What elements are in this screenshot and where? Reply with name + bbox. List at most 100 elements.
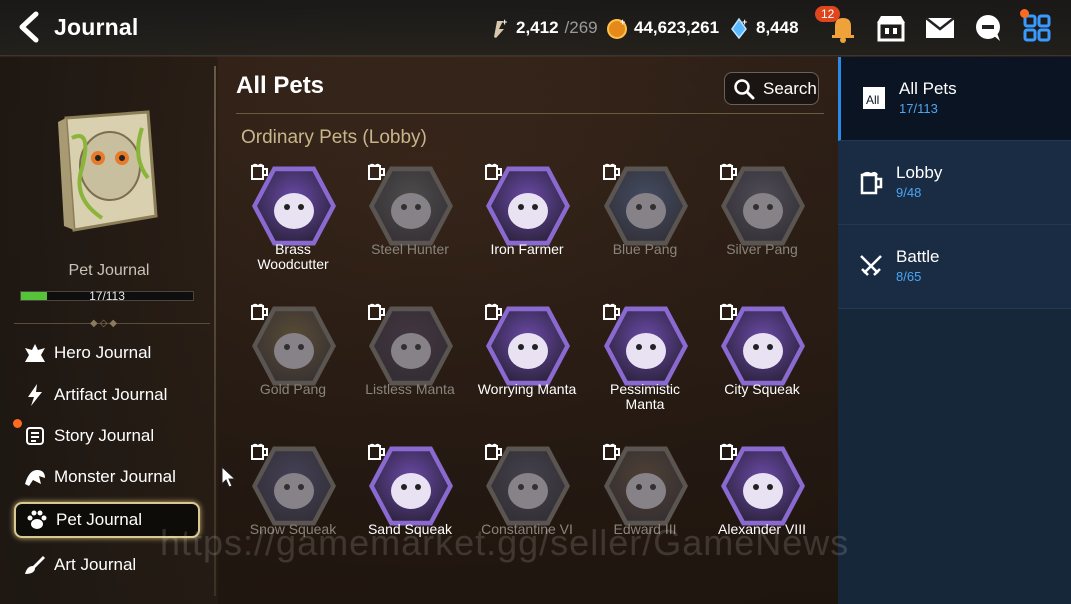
pet-name: Brass Woodcutter bbox=[257, 241, 329, 272]
stamina-resource[interactable]: + 2,412/269 bbox=[488, 17, 598, 39]
gold-resource[interactable]: + 44,623,261 bbox=[606, 17, 719, 39]
nav-artifact-journal[interactable]: Artifact Journal bbox=[14, 377, 200, 413]
tab-count: 8/65 bbox=[896, 269, 922, 284]
pet-name: Blue Pang bbox=[612, 241, 678, 257]
journal-screen: Journal + 2,412/269 + 44,623,261 + 8,448 bbox=[0, 0, 1071, 604]
watermark: https://gamemarket.gg/seller/GameNews bbox=[160, 522, 850, 563]
stamina-max: /269 bbox=[564, 18, 598, 37]
pet-card[interactable]: Gold Pang bbox=[238, 302, 348, 442]
pet-name: Listless Manta bbox=[365, 381, 455, 397]
tab-battle[interactable]: Battle 8/65 bbox=[838, 225, 1071, 309]
back-arrow-icon[interactable] bbox=[14, 10, 44, 44]
pet-name: Gold Pang bbox=[259, 381, 327, 397]
beer-mug-icon bbox=[719, 162, 739, 180]
pet-card[interactable]: Worrying Manta bbox=[472, 302, 582, 442]
crossed-swords-icon bbox=[860, 255, 882, 276]
shop-icon bbox=[877, 16, 905, 42]
pet-name: Worrying Manta bbox=[477, 381, 577, 397]
journal-progress-text: 17/113 bbox=[89, 289, 125, 303]
skystone-value: 8,448 bbox=[756, 18, 799, 37]
section-title: Ordinary Pets (Lobby) bbox=[241, 127, 427, 148]
monster-icon bbox=[22, 465, 48, 489]
skystone-resource[interactable]: + 8,448 bbox=[728, 17, 799, 39]
pet-card[interactable]: Brass Woodcutter bbox=[238, 162, 348, 302]
nav-label: Pet Journal bbox=[56, 510, 142, 529]
paw-icon bbox=[24, 508, 50, 532]
brush-icon bbox=[22, 553, 48, 577]
beer-mug-icon bbox=[602, 302, 622, 320]
panel-divider bbox=[214, 66, 216, 596]
pet-name: Steel Hunter bbox=[371, 241, 449, 257]
svg-text:+: + bbox=[620, 17, 625, 27]
search-label: Search bbox=[763, 78, 817, 98]
tab-label: Lobby bbox=[896, 163, 943, 182]
pet-card[interactable]: Iron Farmer bbox=[472, 162, 582, 302]
tab-label: Battle bbox=[896, 247, 940, 266]
beer-mug-icon bbox=[367, 162, 387, 180]
nav-label: Story Journal bbox=[54, 426, 155, 445]
chat-icon bbox=[976, 15, 1000, 41]
hero-icon bbox=[22, 341, 48, 365]
tab-count: 9/48 bbox=[896, 185, 922, 200]
notification-badge: 12 bbox=[815, 6, 841, 22]
mail-icon bbox=[925, 17, 955, 38]
nav-label: Art Journal bbox=[54, 555, 137, 574]
mail-button[interactable] bbox=[920, 8, 960, 48]
pet-journal-book-icon bbox=[58, 110, 158, 232]
nav-label: Monster Journal bbox=[54, 467, 176, 486]
beer-mug-icon bbox=[367, 442, 387, 460]
pet-name: Silver Pang bbox=[726, 241, 798, 257]
gold-value: 44,623,261 bbox=[634, 18, 720, 37]
beer-mug-icon bbox=[250, 302, 270, 320]
content-divider bbox=[236, 113, 824, 114]
top-bar: Journal + 2,412/269 + 44,623,261 + 8,448 bbox=[0, 0, 1071, 56]
pet-name: Pessimistic Manta bbox=[609, 381, 680, 412]
nav-monster-journal[interactable]: Monster Journal bbox=[14, 459, 200, 495]
beer-mug-icon bbox=[719, 442, 739, 460]
beer-mug-icon bbox=[484, 442, 504, 460]
stamina-icon: + bbox=[494, 17, 507, 38]
skystone-icon: + bbox=[731, 17, 747, 39]
pet-card[interactable]: Blue Pang bbox=[590, 162, 700, 302]
pet-card[interactable]: Silver Pang bbox=[707, 162, 817, 302]
search-button[interactable]: Search bbox=[724, 72, 819, 105]
pet-card[interactable]: Listless Manta bbox=[355, 302, 465, 442]
beer-mug-icon bbox=[602, 162, 622, 180]
beer-mug-icon bbox=[250, 442, 270, 460]
tab-label: All Pets bbox=[899, 79, 957, 98]
tab-all-pets[interactable]: All All Pets 17/113 bbox=[838, 57, 1071, 141]
pet-card[interactable]: Steel Hunter bbox=[355, 162, 465, 302]
all-icon: All bbox=[863, 87, 885, 109]
pet-card[interactable]: Pessimistic Manta bbox=[590, 302, 700, 442]
shop-button[interactable] bbox=[871, 8, 911, 48]
nav-label: Artifact Journal bbox=[54, 385, 168, 404]
tab-lobby[interactable]: Lobby 9/48 bbox=[838, 141, 1071, 225]
beer-mug-icon bbox=[860, 171, 883, 195]
beer-mug-icon bbox=[602, 442, 622, 460]
beer-mug-icon bbox=[250, 162, 270, 180]
scroll-icon bbox=[22, 424, 48, 448]
stamina-value: 2,412 bbox=[516, 18, 559, 37]
nav-hero-journal[interactable]: Hero Journal bbox=[14, 335, 200, 371]
pet-card[interactable]: City Squeak bbox=[707, 302, 817, 442]
svg-text:All: All bbox=[866, 93, 879, 107]
content-title: All Pets bbox=[236, 72, 325, 99]
chat-button[interactable] bbox=[968, 8, 1008, 48]
menu-alert-dot bbox=[1020, 9, 1029, 18]
nav-label: Hero Journal bbox=[54, 343, 152, 362]
svg-text:+: + bbox=[742, 17, 747, 27]
beer-mug-icon bbox=[719, 302, 739, 320]
divider-ornament: ◆◇◆ bbox=[90, 318, 120, 329]
lightning-icon bbox=[22, 383, 48, 407]
pet-name: Iron Farmer bbox=[490, 241, 564, 257]
beer-mug-icon bbox=[484, 162, 504, 180]
beer-mug-icon bbox=[484, 302, 504, 320]
pet-name: City Squeak bbox=[724, 381, 800, 397]
search-icon bbox=[734, 78, 755, 99]
beer-mug-icon bbox=[367, 302, 387, 320]
nav-story-journal[interactable]: Story Journal bbox=[14, 418, 200, 454]
tab-count: 17/113 bbox=[899, 101, 938, 116]
svg-text:+: + bbox=[502, 17, 507, 27]
mouse-cursor-icon bbox=[221, 466, 237, 488]
page-title: Journal bbox=[54, 14, 139, 40]
